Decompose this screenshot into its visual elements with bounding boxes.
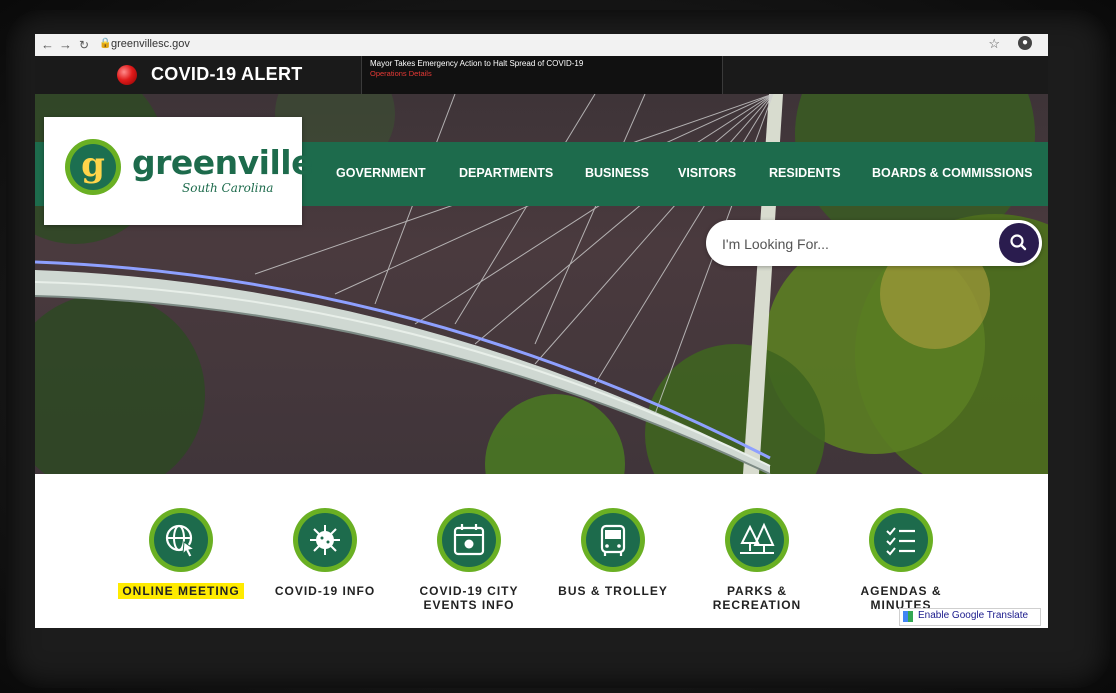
browser-window: ← → ↻ 🔒 greenvillesc.gov ☆ ● COVID-19 AL…: [35, 34, 1048, 628]
google-translate-icon: [903, 611, 913, 622]
quick-link-label: COVID-19 INFO: [274, 584, 376, 598]
alert-message-panel: Mayor Takes Emergency Action to Halt Spr…: [361, 56, 723, 94]
nav-residents[interactable]: RESIDENTS: [769, 166, 841, 180]
search-button[interactable]: [999, 223, 1039, 263]
alert-headline[interactable]: Mayor Takes Emergency Action to Halt Spr…: [370, 59, 583, 68]
quick-links: ONLINE MEETING COVID-19 INFO COVID-19 CI…: [35, 474, 1048, 628]
alert-details-link[interactable]: Operations Details: [370, 69, 432, 78]
hero-banner: GOVERNMENT DEPARTMENTS BUSINESS VISITORS…: [35, 94, 1048, 474]
search-input[interactable]: [720, 231, 974, 257]
calendar-icon: [453, 524, 485, 556]
logo-emblem-icon: g: [65, 139, 121, 195]
quick-link-label: COVID-19 CITY EVENTS INFO: [419, 584, 519, 612]
trees-icon: [740, 522, 775, 554]
nav-government[interactable]: GOVERNMENT: [336, 166, 426, 180]
quick-link-label: PARKS & RECREATION: [712, 584, 802, 612]
translate-label: Enable Google Translate: [918, 610, 1029, 621]
account-icon[interactable]: ●: [1018, 36, 1032, 50]
lock-icon: 🔒: [99, 38, 112, 49]
checklist-icon: [886, 527, 915, 556]
nav-visitors[interactable]: VISITORS: [678, 166, 736, 180]
back-icon[interactable]: ←: [41, 37, 54, 52]
quick-link-label: BUS & TROLLEY: [558, 584, 668, 598]
nav-departments[interactable]: DEPARTMENTS: [459, 166, 553, 180]
nav-business[interactable]: BUSINESS: [585, 166, 649, 180]
forward-icon[interactable]: →: [59, 37, 72, 52]
site-logo[interactable]: g greenville South Carolina: [44, 117, 313, 225]
virus-icon: [310, 525, 340, 555]
globe-cursor-icon: [165, 524, 196, 558]
bus-icon: [600, 524, 626, 556]
search-icon: [1010, 234, 1027, 251]
alert-light-icon: [117, 65, 137, 85]
quick-link-label: ONLINE MEETING: [118, 583, 244, 599]
reload-icon[interactable]: ↻: [79, 38, 89, 52]
site-search: [706, 220, 1042, 266]
nav-boards-commissions[interactable]: BOARDS & COMMISSIONS: [872, 166, 1032, 180]
logo-tagline: South Carolina: [182, 181, 274, 195]
alert-title[interactable]: COVID-19 ALERT: [151, 64, 303, 85]
logo-wordmark: greenville: [132, 143, 313, 182]
bookmark-star-icon[interactable]: ☆: [988, 36, 1000, 52]
google-translate-button[interactable]: Enable Google Translate: [899, 608, 1041, 626]
browser-toolbar: ← → ↻ 🔒 greenvillesc.gov ☆ ●: [35, 34, 1048, 57]
covid-alert-bar: COVID-19 ALERT Mayor Takes Emergency Act…: [35, 56, 1048, 94]
address-bar[interactable]: greenvillesc.gov: [111, 38, 190, 50]
